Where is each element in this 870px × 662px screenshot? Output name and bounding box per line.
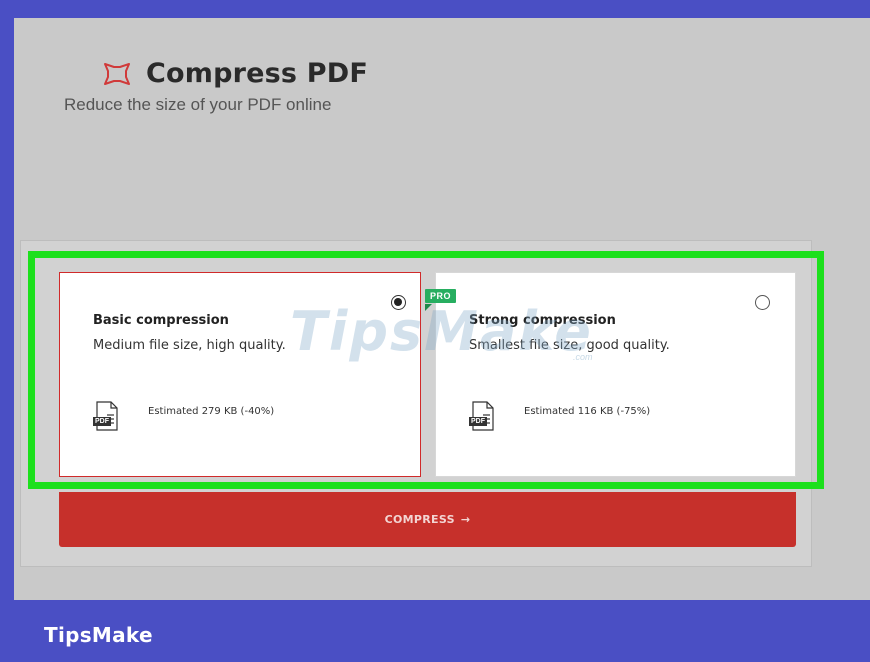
brand-label: TipsMake — [44, 623, 153, 647]
arrow-right-icon: → — [460, 513, 471, 526]
compress-button[interactable]: COMPRESS → — [59, 492, 796, 547]
page-subtitle: Reduce the size of your PDF online — [64, 95, 332, 114]
tutorial-highlight-box — [28, 251, 824, 489]
watermark-suffix: .com — [573, 352, 593, 362]
compress-button-label: COMPRESS — [384, 513, 455, 526]
page-title: Compress PDF — [146, 58, 369, 89]
compress-icon — [104, 62, 130, 85]
page-header: Compress PDF — [102, 58, 368, 89]
